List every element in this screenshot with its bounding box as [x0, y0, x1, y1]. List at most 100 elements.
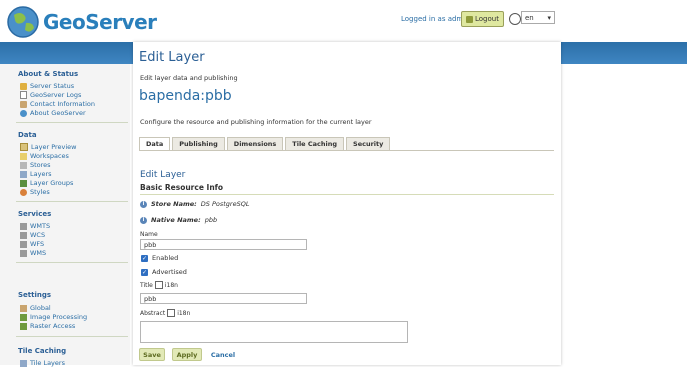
- sidebar-item-label: GeoServer Logs: [30, 91, 82, 99]
- sidebar-item-styles[interactable]: Styles: [20, 188, 50, 196]
- abstract-textarea[interactable]: [140, 321, 408, 343]
- info-icon: i: [140, 200, 147, 208]
- name-label: Name: [140, 231, 158, 238]
- sidebar-item-workspaces[interactable]: Workspaces: [20, 152, 69, 160]
- page-title: Edit Layer: [139, 50, 205, 65]
- abstract-label: Abstract: [140, 309, 166, 317]
- native-name-label: Native Name:: [151, 216, 201, 224]
- sidebar-item-wmts[interactable]: WMTS: [20, 222, 50, 230]
- language-globe-icon: [509, 13, 521, 25]
- cancel-link[interactable]: Cancel: [210, 348, 236, 361]
- tab-divider: [139, 150, 554, 151]
- abstract-label-row: Abstract i18n: [140, 309, 190, 317]
- page-subtitle: Edit layer data and publishing: [140, 74, 238, 82]
- enabled-checkbox[interactable]: ✓: [141, 254, 148, 262]
- workspaces-icon: [20, 152, 27, 160]
- raster-access-icon: [20, 322, 27, 330]
- sidebar-item-layer-groups[interactable]: Layer Groups: [20, 179, 73, 187]
- wmts-icon: [20, 222, 27, 230]
- sidebar-item-layer-preview[interactable]: Layer Preview: [20, 143, 77, 151]
- sidebar-item-about-geoserver[interactable]: About GeoServer: [20, 109, 86, 117]
- sidebar-item-wcs[interactable]: WCS: [20, 231, 45, 239]
- enabled-label: Enabled: [152, 254, 179, 262]
- global-icon: [20, 304, 27, 312]
- title-input[interactable]: pbb: [140, 293, 307, 304]
- sidebar-item-label: About GeoServer: [30, 109, 86, 117]
- language-select[interactable]: en ▾: [521, 11, 555, 24]
- sidebar-section-settings: Settings: [18, 291, 52, 299]
- language-value: en: [525, 13, 534, 22]
- logout-icon: [466, 15, 473, 23]
- sidebar-item-raster-access[interactable]: Raster Access: [20, 322, 75, 330]
- chevron-down-icon: ▾: [547, 13, 551, 22]
- logout-button[interactable]: Logout: [461, 11, 504, 27]
- tab-tile-caching[interactable]: Tile Caching: [285, 137, 345, 151]
- sidebar-section-about-status: About & Status: [18, 70, 79, 78]
- sidebar-item-label: Server Status: [30, 82, 75, 90]
- logo-text: GeoServer: [43, 10, 157, 34]
- tab-bar: Data Publishing Dimensions Tile Caching …: [139, 137, 391, 151]
- store-name-row: i Store Name: DS PostgreSQL: [140, 200, 249, 208]
- title-i18n-checkbox[interactable]: [154, 281, 163, 289]
- tab-dimensions[interactable]: Dimensions: [226, 137, 284, 151]
- layer-groups-icon: [20, 179, 27, 187]
- title-label-row: Title i18n: [140, 281, 178, 289]
- sidebar-item-label: Tile Layers: [30, 359, 65, 367]
- native-name-value: pbb: [204, 216, 218, 224]
- styles-icon: [20, 188, 27, 196]
- sidebar-item-label: Layer Preview: [31, 143, 77, 151]
- section-title: Edit Layer: [140, 170, 186, 180]
- sidebar-divider: [16, 201, 128, 202]
- layers-icon: [20, 170, 27, 178]
- save-button[interactable]: Save: [139, 348, 165, 361]
- section-divider: [140, 194, 554, 195]
- sidebar-item-label: WCS: [30, 231, 46, 239]
- tab-publishing[interactable]: Publishing: [172, 137, 225, 151]
- sidebar-item-wfs[interactable]: WFS: [20, 240, 44, 248]
- sidebar-item-wms[interactable]: WMS: [20, 249, 46, 257]
- name-input-value: pbb: [144, 240, 157, 249]
- sidebar-item-label: WFS: [30, 240, 45, 248]
- logs-icon: [20, 91, 27, 99]
- sidebar-item-geoserver-logs[interactable]: GeoServer Logs: [20, 91, 81, 99]
- wms-icon: [20, 249, 27, 257]
- sidebar-item-layers[interactable]: Layers: [20, 170, 52, 178]
- sidebar: About & Status Server Status GeoServer L…: [0, 64, 130, 367]
- sidebar-section-services: Services: [18, 210, 52, 218]
- sidebar-item-label: Layer Groups: [30, 179, 74, 187]
- sidebar-item-contact-information[interactable]: Contact Information: [20, 100, 95, 108]
- geoserver-logo[interactable]: GeoServer: [6, 5, 157, 39]
- sidebar-section-data: Data: [18, 131, 37, 139]
- sidebar-item-stores[interactable]: Stores: [20, 161, 51, 169]
- sidebar-item-label: Image Processing: [30, 313, 88, 321]
- sidebar-item-label: Layers: [30, 170, 52, 178]
- sidebar-item-label: Contact Information: [30, 100, 95, 108]
- sidebar-item-label: Workspaces: [30, 152, 69, 160]
- wfs-icon: [20, 240, 27, 248]
- advertised-checkbox-row[interactable]: ✓ Advertised: [141, 268, 187, 276]
- about-icon: [20, 109, 27, 117]
- sidebar-item-server-status[interactable]: Server Status: [20, 82, 74, 90]
- sidebar-item-label: WMS: [30, 249, 47, 257]
- enabled-checkbox-row[interactable]: ✓ Enabled: [141, 254, 178, 262]
- sidebar-divider: [16, 262, 128, 263]
- title-label: Title: [140, 281, 153, 289]
- apply-button[interactable]: Apply: [172, 348, 202, 361]
- layer-preview-icon: [20, 143, 28, 151]
- abstract-i18n-checkbox[interactable]: [167, 309, 176, 317]
- name-input[interactable]: pbb: [140, 239, 307, 250]
- store-name-label: Store Name:: [151, 200, 197, 208]
- tab-security[interactable]: Security: [346, 137, 391, 151]
- sidebar-section-tile-caching: Tile Caching: [18, 347, 67, 355]
- abstract-i18n-label: i18n: [177, 309, 191, 317]
- sidebar-item-label: Stores: [30, 161, 51, 169]
- tab-data[interactable]: Data: [139, 137, 171, 151]
- globe-logo-icon: [7, 6, 39, 38]
- sidebar-item-tile-layers[interactable]: Tile Layers: [20, 359, 65, 367]
- sidebar-item-image-processing[interactable]: Image Processing: [20, 313, 87, 321]
- title-input-value: pbb: [144, 294, 157, 303]
- sidebar-item-label: Styles: [30, 188, 50, 196]
- advertised-checkbox[interactable]: ✓: [141, 268, 148, 276]
- sidebar-item-global[interactable]: Global: [20, 304, 51, 312]
- sidebar-divider: [16, 336, 128, 337]
